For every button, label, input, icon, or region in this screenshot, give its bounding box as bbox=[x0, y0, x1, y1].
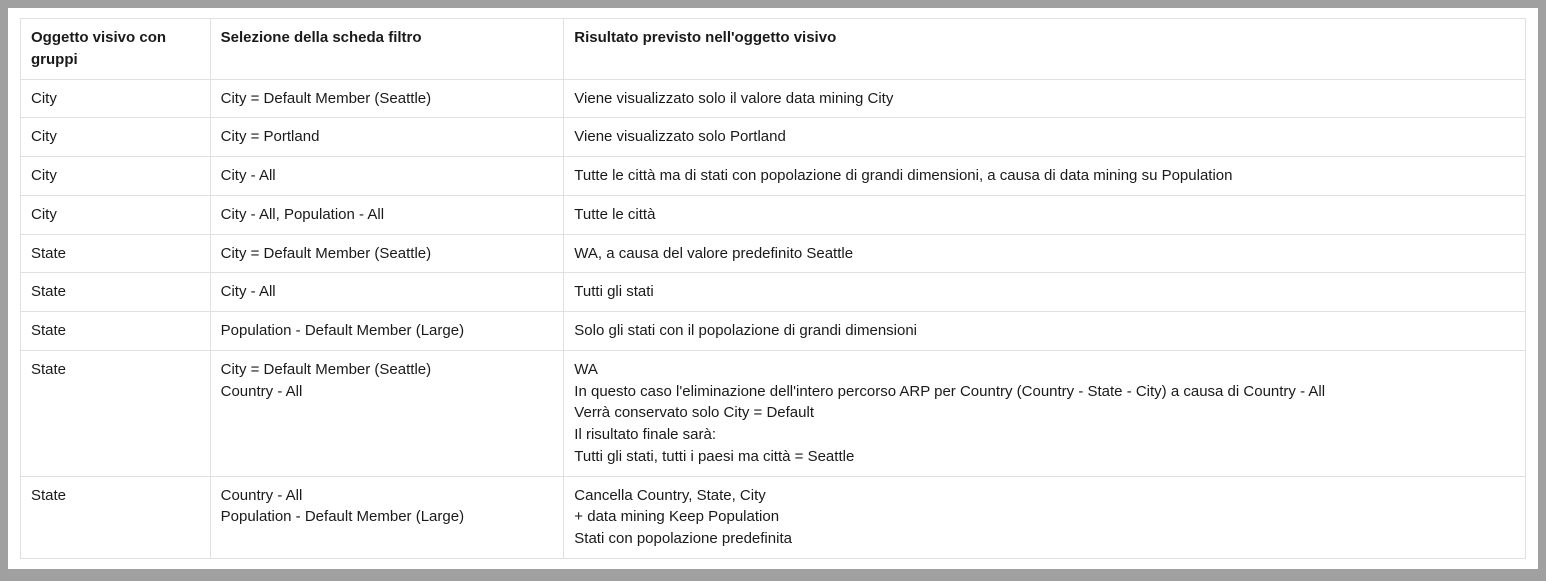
table-row: StateCity = Default Member (Seattle)Coun… bbox=[21, 350, 1526, 476]
cell-line: + data mining Keep Population bbox=[574, 506, 1515, 528]
cell-line: Country - All bbox=[221, 381, 554, 403]
table-cell: City bbox=[21, 79, 211, 118]
table-cell: Population - Default Member (Large) bbox=[210, 312, 564, 351]
table-cell: Tutte le città ma di stati con popolazio… bbox=[564, 157, 1526, 196]
cell-line: Il risultato finale sarà: bbox=[574, 424, 1515, 446]
table-cell: State bbox=[21, 476, 211, 558]
table-row: CityCity = PortlandViene visualizzato so… bbox=[21, 118, 1526, 157]
header-visual-with-groups: Oggetto visivo con gruppi bbox=[21, 19, 211, 80]
cell-line: Country - All bbox=[221, 485, 554, 507]
table-cell: Country - AllPopulation - Default Member… bbox=[210, 476, 564, 558]
table-cell: City = Default Member (Seattle) bbox=[210, 79, 564, 118]
cell-line: Cancella Country, State, City bbox=[574, 485, 1515, 507]
table-row: StateCity = Default Member (Seattle)WA, … bbox=[21, 234, 1526, 273]
table-row: CityCity = Default Member (Seattle)Viene… bbox=[21, 79, 1526, 118]
cell-line: Tutti gli stati, tutti i paesi ma città … bbox=[574, 446, 1515, 468]
cell-line: City = Default Member (Seattle) bbox=[221, 359, 554, 381]
table-cell: City = Default Member (Seattle)Country -… bbox=[210, 350, 564, 476]
table-cell: WAIn questo caso l'eliminazione dell'int… bbox=[564, 350, 1526, 476]
filter-results-table: Oggetto visivo con gruppi Selezione dell… bbox=[20, 18, 1526, 559]
table-cell: City - All bbox=[210, 273, 564, 312]
table-cell: State bbox=[21, 312, 211, 351]
table-cell: Tutti gli stati bbox=[564, 273, 1526, 312]
header-expected-result: Risultato previsto nell'oggetto visivo bbox=[564, 19, 1526, 80]
table-cell: State bbox=[21, 273, 211, 312]
table-cell: Tutte le città bbox=[564, 195, 1526, 234]
table-cell: City = Portland bbox=[210, 118, 564, 157]
table-cell: WA, a causa del valore predefinito Seatt… bbox=[564, 234, 1526, 273]
table-cell: City bbox=[21, 118, 211, 157]
table-cell: City - All, Population - All bbox=[210, 195, 564, 234]
cell-line: In questo caso l'eliminazione dell'inter… bbox=[574, 381, 1515, 403]
table-cell: Viene visualizzato solo il valore data m… bbox=[564, 79, 1526, 118]
table-row: CityCity - AllTutte le città ma di stati… bbox=[21, 157, 1526, 196]
table-cell: City bbox=[21, 195, 211, 234]
table-cell: State bbox=[21, 234, 211, 273]
table-row: StateCity - AllTutti gli stati bbox=[21, 273, 1526, 312]
table-cell: Cancella Country, State, City+ data mini… bbox=[564, 476, 1526, 558]
cell-line: Stati con popolazione predefinita bbox=[574, 528, 1515, 550]
table-cell: City bbox=[21, 157, 211, 196]
table-cell: City - All bbox=[210, 157, 564, 196]
cell-line: WA bbox=[574, 359, 1515, 381]
table-cell: Solo gli stati con il popolazione di gra… bbox=[564, 312, 1526, 351]
header-filter-card-selection: Selezione della scheda filtro bbox=[210, 19, 564, 80]
table-header-row: Oggetto visivo con gruppi Selezione dell… bbox=[21, 19, 1526, 80]
cell-line: Population - Default Member (Large) bbox=[221, 506, 554, 528]
table-row: StateCountry - AllPopulation - Default M… bbox=[21, 476, 1526, 558]
document-frame: Oggetto visivo con gruppi Selezione dell… bbox=[8, 8, 1538, 569]
table-cell: City = Default Member (Seattle) bbox=[210, 234, 564, 273]
table-row: CityCity - All, Population - AllTutte le… bbox=[21, 195, 1526, 234]
table-cell: State bbox=[21, 350, 211, 476]
table-cell: Viene visualizzato solo Portland bbox=[564, 118, 1526, 157]
table-row: StatePopulation - Default Member (Large)… bbox=[21, 312, 1526, 351]
cell-line: Verrà conservato solo City = Default bbox=[574, 402, 1515, 424]
